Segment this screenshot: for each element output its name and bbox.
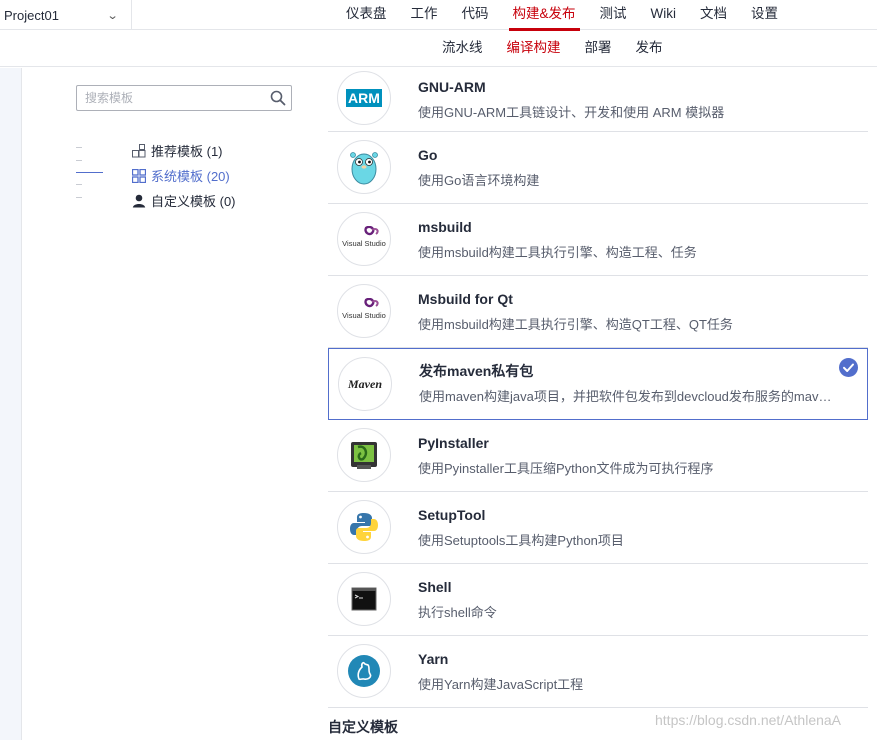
template-title: GNU-ARM xyxy=(418,79,486,95)
left-side-strip xyxy=(0,68,22,740)
template-card-pyinstaller[interactable]: PyInstaller 使用Pyinstaller工具压缩Python文件成为可… xyxy=(328,420,868,492)
template-list: ARM GNU-ARM 使用GNU-ARM工具链设计、开发和使用 ARM 模拟器… xyxy=(328,68,868,708)
template-title: Msbuild for Qt xyxy=(418,291,513,307)
svg-text:Maven: Maven xyxy=(347,377,382,391)
template-category-tree: 推荐模板 (1) 系统模板 (20) 自定义模板 (0) xyxy=(76,138,276,213)
subnav-compile-build[interactable]: 编译构建 xyxy=(495,31,573,67)
chevron-down-icon: ⌄ xyxy=(106,9,119,22)
custom-templates-section-title: 自定义模板 xyxy=(328,719,398,735)
pyinstaller-logo-icon xyxy=(337,428,391,482)
nav-wiki[interactable]: Wiki xyxy=(639,0,689,30)
category-label: 推荐模板 (1) xyxy=(151,144,223,159)
visual-studio-logo-icon: Visual Studio xyxy=(337,212,391,266)
category-label: 自定义模板 (0) xyxy=(151,194,236,209)
nav-settings[interactable]: 设置 xyxy=(739,0,790,30)
nav-test[interactable]: 测试 xyxy=(588,0,639,30)
template-title: PyInstaller xyxy=(418,435,489,451)
template-title: msbuild xyxy=(418,219,472,235)
template-title: Go xyxy=(418,147,438,163)
subnav-release[interactable]: 发布 xyxy=(624,31,675,67)
top-nav-bar: Project01 ⌄ 仪表盘 工作 代码 构建&发布 测试 Wiki 文档 设… xyxy=(0,0,877,31)
template-title: 发布maven私有包 xyxy=(419,363,534,379)
template-card-msbuild[interactable]: Visual Studio msbuild 使用msbuild构建工具执行引擎、… xyxy=(328,204,868,276)
template-desc: 使用Yarn构建JavaScript工程 xyxy=(418,677,584,692)
template-card-yarn[interactable]: Yarn 使用Yarn构建JavaScript工程 xyxy=(328,636,868,708)
nav-dashboard[interactable]: 仪表盘 xyxy=(334,0,399,30)
sub-nav: 流水线 编译构建 部署 发布 xyxy=(430,31,675,67)
template-desc: 使用msbuild构建工具执行引擎、构造QT工程、QT任务 xyxy=(418,317,733,332)
main-nav: 仪表盘 工作 代码 构建&发布 测试 Wiki 文档 设置 xyxy=(334,0,790,31)
terminal-icon xyxy=(337,572,391,626)
template-desc: 执行shell命令 xyxy=(418,605,497,620)
nav-docs[interactable]: 文档 xyxy=(688,0,739,30)
template-search-box xyxy=(76,85,292,111)
category-system[interactable]: 系统模板 (20) xyxy=(76,163,276,188)
template-card-shell[interactable]: Shell 执行shell命令 xyxy=(328,564,868,636)
python-logo-icon xyxy=(337,500,391,554)
template-search-input[interactable] xyxy=(77,87,265,109)
template-card-msbuild-qt[interactable]: Visual Studio Msbuild for Qt 使用msbuild构建… xyxy=(328,276,868,348)
template-card-go[interactable]: Go 使用Go语言环境构建 xyxy=(328,132,868,204)
template-desc: 使用Pyinstaller工具压缩Python文件成为可执行程序 xyxy=(418,461,714,476)
project-name: Project01 xyxy=(4,7,59,23)
arm-logo-icon: ARM xyxy=(337,71,391,125)
user-icon xyxy=(131,193,147,209)
template-card-setuptool[interactable]: SetupTool 使用Setuptools工具构建Python项目 xyxy=(328,492,868,564)
template-card-gnu-arm[interactable]: ARM GNU-ARM 使用GNU-ARM工具链设计、开发和使用 ARM 模拟器 xyxy=(328,68,868,132)
grid-icon xyxy=(131,168,147,184)
template-desc: 使用Setuptools工具构建Python项目 xyxy=(418,533,624,548)
template-title: SetupTool xyxy=(418,507,486,523)
watermark: https://blog.csdn.net/AthlenaA xyxy=(655,712,842,728)
svg-text:Visual Studio: Visual Studio xyxy=(342,311,386,320)
go-gopher-icon xyxy=(337,140,391,194)
nav-work[interactable]: 工作 xyxy=(399,0,450,30)
maven-logo-icon: Maven xyxy=(338,357,392,411)
nav-code[interactable]: 代码 xyxy=(450,0,501,30)
template-desc: 使用Go语言环境构建 xyxy=(418,173,540,188)
category-custom[interactable]: 自定义模板 (0) xyxy=(76,188,276,213)
nav-build-release[interactable]: 构建&发布 xyxy=(501,0,588,31)
recommend-grid-icon xyxy=(131,143,147,159)
svg-text:ARM: ARM xyxy=(348,90,380,106)
search-icon[interactable] xyxy=(265,86,291,110)
svg-text:Visual Studio: Visual Studio xyxy=(342,239,386,248)
category-label: 系统模板 (20) xyxy=(151,169,230,184)
template-title: Yarn xyxy=(418,651,449,667)
check-circle-icon xyxy=(839,358,858,377)
visual-studio-logo-icon: Visual Studio xyxy=(337,284,391,338)
category-recommended[interactable]: 推荐模板 (1) xyxy=(76,138,276,163)
subnav-pipeline[interactable]: 流水线 xyxy=(430,31,495,67)
project-selector[interactable]: Project01 ⌄ xyxy=(0,0,132,30)
template-desc: 使用maven构建java项目，并把软件包发布到devcloud发布服务的mav… xyxy=(419,389,837,404)
yarn-logo-icon xyxy=(337,644,391,698)
template-title: Shell xyxy=(418,579,452,595)
template-desc: 使用msbuild构建工具执行引擎、构造工程、任务 xyxy=(418,245,697,260)
sub-nav-bar: 流水线 编译构建 部署 发布 xyxy=(0,31,877,67)
template-card-maven-private[interactable]: Maven 发布maven私有包 使用maven构建java项目，并把软件包发布… xyxy=(328,348,868,420)
subnav-deploy[interactable]: 部署 xyxy=(573,31,624,67)
template-desc: 使用GNU-ARM工具链设计、开发和使用 ARM 模拟器 xyxy=(418,105,725,120)
